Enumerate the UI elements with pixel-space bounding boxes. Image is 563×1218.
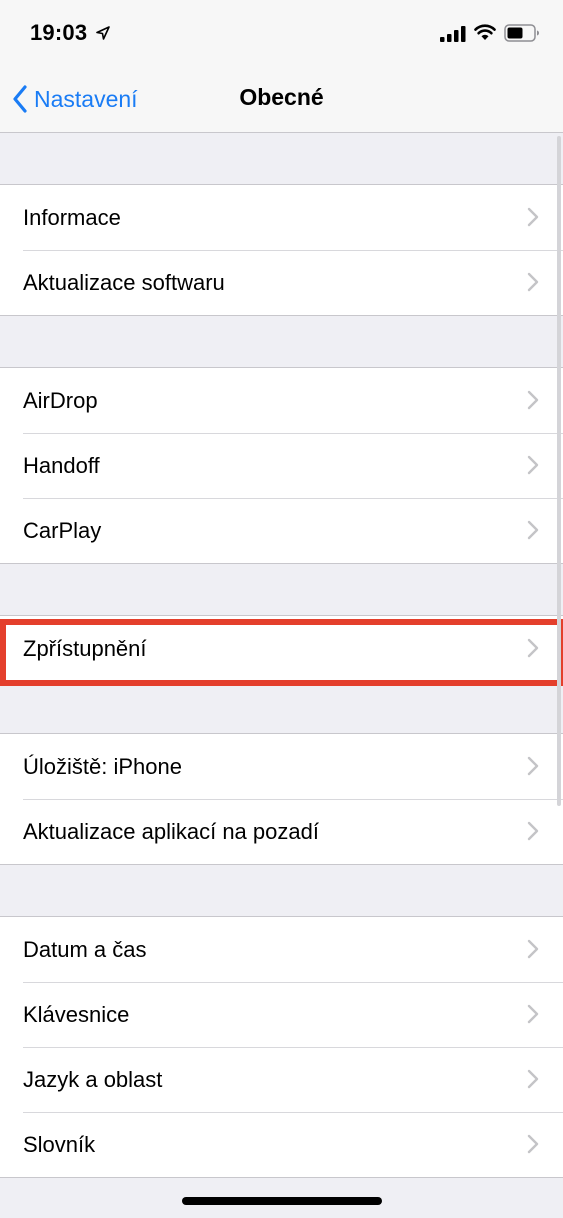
cellular-signal-icon bbox=[440, 26, 466, 42]
settings-row-label: Klávesnice bbox=[23, 1002, 130, 1027]
wifi-icon bbox=[474, 24, 496, 40]
settings-group-accessibility: Zpřístupnění bbox=[0, 615, 563, 682]
chevron-right-icon bbox=[527, 638, 539, 658]
settings-row-software-update[interactable]: Aktualizace softwaru bbox=[0, 250, 563, 315]
chevron-right-icon bbox=[527, 272, 539, 292]
chevron-right-icon bbox=[527, 1004, 539, 1024]
page-title: Obecné bbox=[239, 84, 324, 110]
status-bar: 19:03 bbox=[0, 0, 563, 64]
settings-row-label: Zpřístupnění bbox=[23, 636, 147, 661]
settings-group-locale: Datum a čas Klávesnice Jazyk a oblast Sl… bbox=[0, 916, 563, 1178]
settings-row-label: CarPlay bbox=[23, 518, 102, 543]
chevron-right-icon bbox=[527, 390, 539, 410]
settings-group-continuity: AirDrop Handoff CarPlay bbox=[0, 367, 563, 564]
scroll-indicator bbox=[557, 136, 561, 806]
settings-group-storage: Úložiště: iPhone Aktualizace aplikací na… bbox=[0, 733, 563, 865]
settings-list: Informace Aktualizace softwaru AirDrop H… bbox=[0, 133, 563, 1178]
chevron-right-icon bbox=[527, 520, 539, 540]
chevron-right-icon bbox=[527, 207, 539, 227]
settings-row-handoff[interactable]: Handoff bbox=[0, 433, 563, 498]
settings-row-iphone-storage[interactable]: Úložiště: iPhone bbox=[0, 734, 563, 799]
settings-row-background-app-refresh[interactable]: Aktualizace aplikací na pozadí bbox=[0, 799, 563, 864]
status-time: 19:03 bbox=[30, 20, 88, 45]
chevron-right-icon bbox=[527, 939, 539, 959]
settings-row-label: Informace bbox=[23, 205, 121, 230]
settings-row-accessibility[interactable]: Zpřístupnění bbox=[0, 616, 563, 681]
settings-row-label: Jazyk a oblast bbox=[23, 1067, 163, 1092]
settings-row-label: Úložiště: iPhone bbox=[23, 754, 182, 779]
settings-row-label: AirDrop bbox=[23, 388, 98, 413]
chevron-right-icon bbox=[527, 1069, 539, 1089]
settings-row-keyboard[interactable]: Klávesnice bbox=[0, 982, 563, 1047]
battery-icon bbox=[504, 24, 539, 42]
settings-row-language-region[interactable]: Jazyk a oblast bbox=[0, 1047, 563, 1112]
settings-row-label: Slovník bbox=[23, 1132, 96, 1157]
chevron-right-icon bbox=[527, 756, 539, 776]
home-indicator[interactable] bbox=[182, 1197, 382, 1205]
settings-row-informace[interactable]: Informace bbox=[0, 185, 563, 250]
navigation-bar: Nastavení Obecné bbox=[0, 64, 563, 133]
settings-row-label: Handoff bbox=[23, 453, 100, 478]
settings-row-carplay[interactable]: CarPlay bbox=[0, 498, 563, 563]
chevron-right-icon bbox=[527, 821, 539, 841]
location-arrow-icon bbox=[96, 26, 110, 40]
settings-row-label: Aktualizace aplikací na pozadí bbox=[23, 819, 319, 844]
chevron-right-icon bbox=[527, 455, 539, 475]
settings-row-dictionary[interactable]: Slovník bbox=[0, 1112, 563, 1177]
settings-row-label: Aktualizace softwaru bbox=[23, 270, 225, 295]
settings-row-airdrop[interactable]: AirDrop bbox=[0, 368, 563, 433]
settings-row-label: Datum a čas bbox=[23, 937, 147, 962]
settings-row-date-time[interactable]: Datum a čas bbox=[0, 917, 563, 982]
chevron-right-icon bbox=[527, 1134, 539, 1154]
settings-group-about: Informace Aktualizace softwaru bbox=[0, 184, 563, 316]
